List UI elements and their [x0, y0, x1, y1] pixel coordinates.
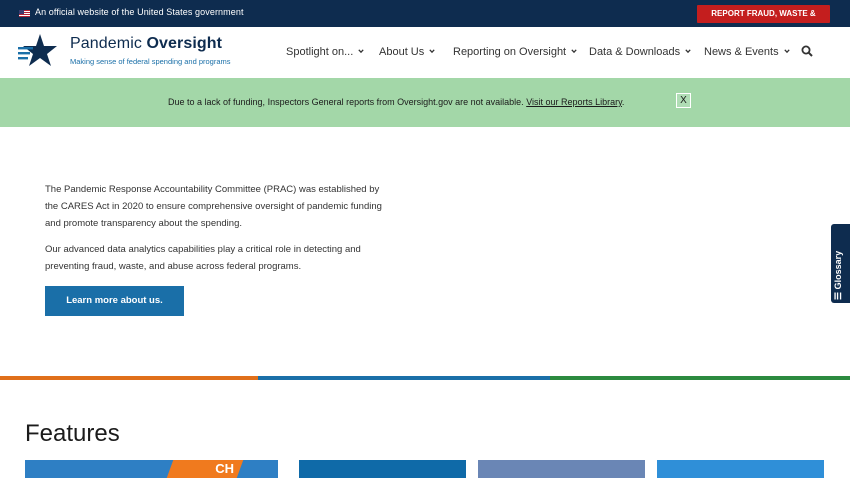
divider-orange — [0, 376, 258, 380]
site-tagline: Making sense of federal spending and pro… — [70, 57, 231, 66]
notice-text: Due to a lack of funding, Inspectors Gen… — [168, 97, 625, 107]
us-flag-icon — [19, 10, 30, 17]
color-divider — [0, 376, 850, 380]
logo-star-icon[interactable] — [18, 32, 62, 68]
learn-more-button[interactable]: Learn more about us. — [45, 286, 184, 316]
nav-data-downloads[interactable]: Data & Downloads — [589, 46, 691, 58]
feature-card[interactable] — [478, 460, 645, 478]
nav-news-events[interactable]: News & Events — [704, 46, 790, 58]
hero-paragraph-prac: The Pandemic Response Accountability Com… — [45, 184, 382, 229]
nav-data-label: Data & Downloads — [589, 46, 681, 58]
site-title-emphasis: Oversight — [146, 35, 223, 52]
glossary-label: ☰ Glossary — [833, 251, 844, 300]
chevron-down-icon — [571, 49, 577, 54]
nav-news-label: News & Events — [704, 46, 779, 58]
notice-close-button[interactable]: X — [676, 93, 691, 108]
notice-message: Due to a lack of funding, Inspectors Gen… — [168, 97, 524, 107]
gov-banner: An official website of the United States… — [0, 0, 850, 36]
nav-reporting-label: Reporting on Oversight — [453, 46, 567, 58]
glossary-tab[interactable]: ☰ Glossary — [831, 224, 850, 303]
search-icon[interactable] — [801, 45, 813, 57]
nav-about-us[interactable]: About Us — [379, 46, 435, 58]
glossary-text: Glossary — [833, 250, 843, 290]
nav-spotlight[interactable]: Spotlight on... — [286, 46, 365, 58]
nav-about-label: About Us — [379, 46, 425, 58]
chevron-down-icon — [783, 49, 790, 54]
list-icon: ☰ — [833, 289, 843, 300]
nav-spotlight-label: Spotlight on... — [286, 46, 354, 58]
card-banner-text: CH — [215, 461, 234, 476]
nav-reporting[interactable]: Reporting on Oversight — [453, 46, 577, 58]
report-fraud-button[interactable]: REPORT FRAUD, WASTE & ABUSE — [697, 5, 830, 36]
chevron-down-icon — [685, 49, 691, 54]
chevron-down-icon — [429, 49, 435, 54]
feature-card[interactable] — [657, 460, 824, 478]
site-title-prefix: Pandemic — [70, 35, 147, 52]
divider-blue — [258, 376, 550, 380]
site-title[interactable]: Pandemic Oversight — [70, 35, 222, 53]
feature-card[interactable]: CH — [25, 460, 278, 478]
chevron-down-icon — [358, 49, 365, 54]
gov-banner-text: An official website of the United States… — [35, 7, 244, 17]
divider-green — [550, 376, 850, 380]
hero-paragraph-analytics: Our advanced data analytics capabilities… — [45, 244, 361, 272]
site-header: Pandemic Oversight Making sense of feder… — [0, 27, 850, 81]
features-heading: Features — [25, 420, 120, 447]
feature-card[interactable] — [299, 460, 466, 478]
reports-library-link[interactable]: Visit our Reports Library — [526, 97, 622, 107]
funding-notice-banner: Due to a lack of funding, Inspectors Gen… — [0, 78, 850, 127]
